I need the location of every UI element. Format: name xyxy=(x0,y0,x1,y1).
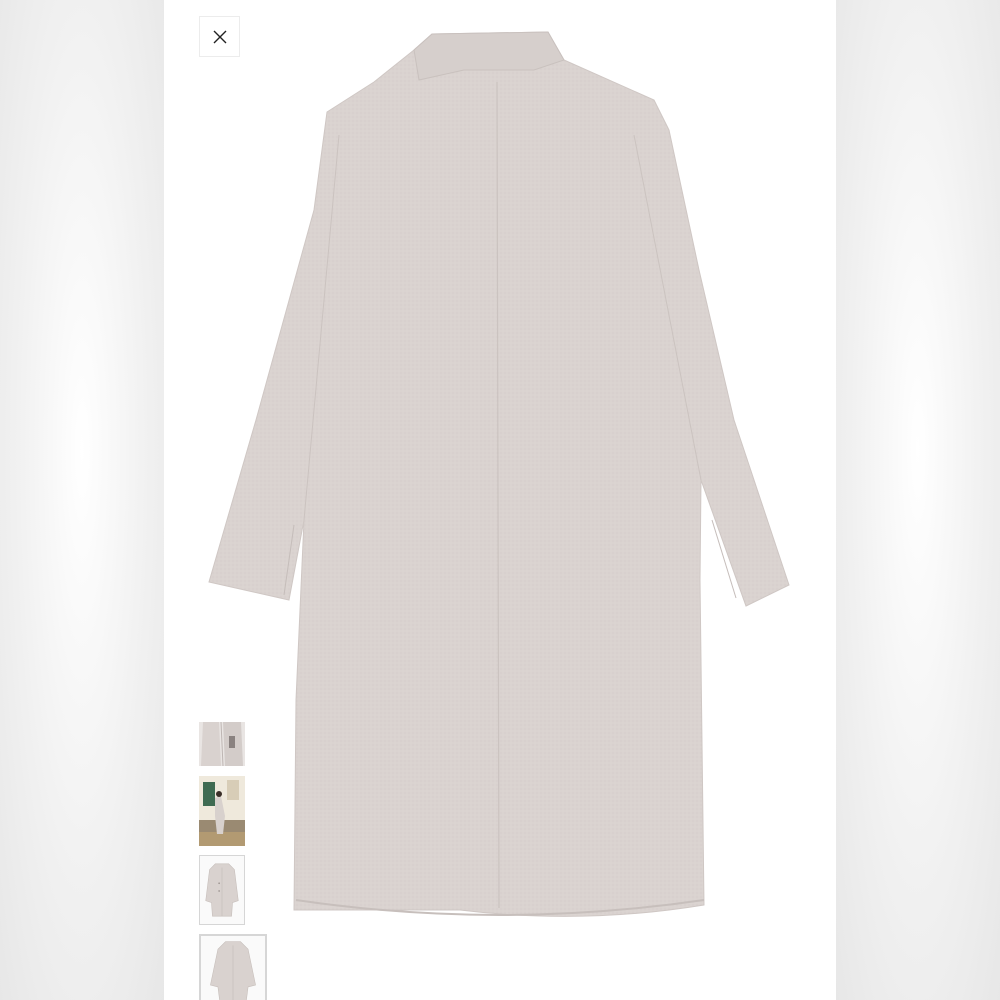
thumbnail-3[interactable] xyxy=(199,855,245,925)
coat-front-thumbnail xyxy=(200,856,244,924)
coat-back-thumbnail xyxy=(201,936,265,1000)
image-viewer xyxy=(164,0,836,1000)
main-product-image xyxy=(208,31,790,917)
right-background-panel xyxy=(836,0,1000,1000)
close-icon xyxy=(213,30,226,43)
thumbnail-4[interactable] xyxy=(199,934,267,1000)
street-photo-thumbnail xyxy=(199,776,245,846)
close-button[interactable] xyxy=(199,16,240,57)
left-background-panel xyxy=(0,0,164,1000)
thumbnail-1[interactable] xyxy=(199,722,245,766)
thumbnail-2[interactable] xyxy=(199,776,245,846)
coat-detail-thumbnail xyxy=(199,722,245,766)
